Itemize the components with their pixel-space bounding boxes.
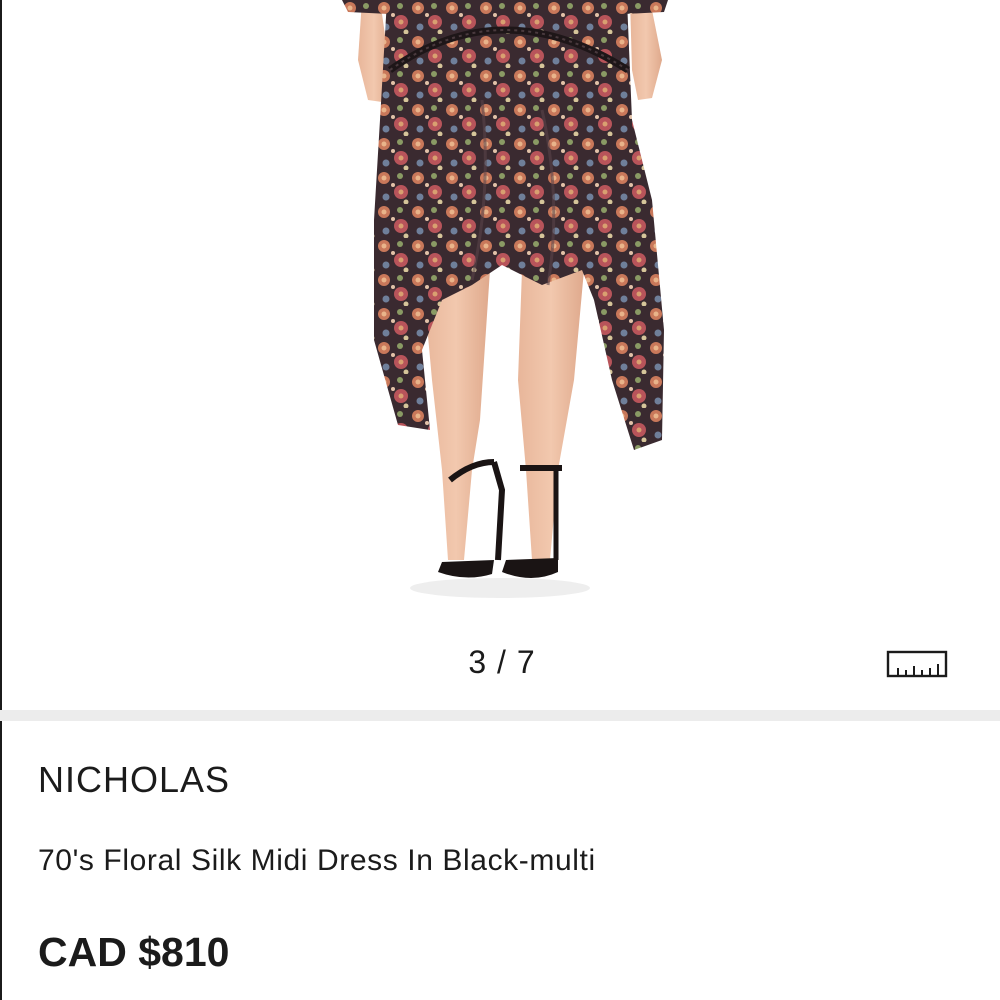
image-gallery[interactable]: 3 / 7 [2, 0, 1000, 710]
product-title: 70's Floral Silk Midi Dress In Black-mul… [38, 844, 596, 877]
product-photo[interactable] [2, 0, 1000, 640]
product-price: CAD $810 [38, 929, 230, 975]
ruler-icon[interactable] [886, 650, 948, 678]
section-divider [0, 710, 1000, 721]
image-counter: 3 / 7 [468, 644, 536, 680]
brand-name[interactable]: NICHOLAS [38, 759, 230, 801]
product-page: 3 / 7 NICHOLAS 70's Floral Silk Midi Dre… [0, 0, 1000, 1000]
